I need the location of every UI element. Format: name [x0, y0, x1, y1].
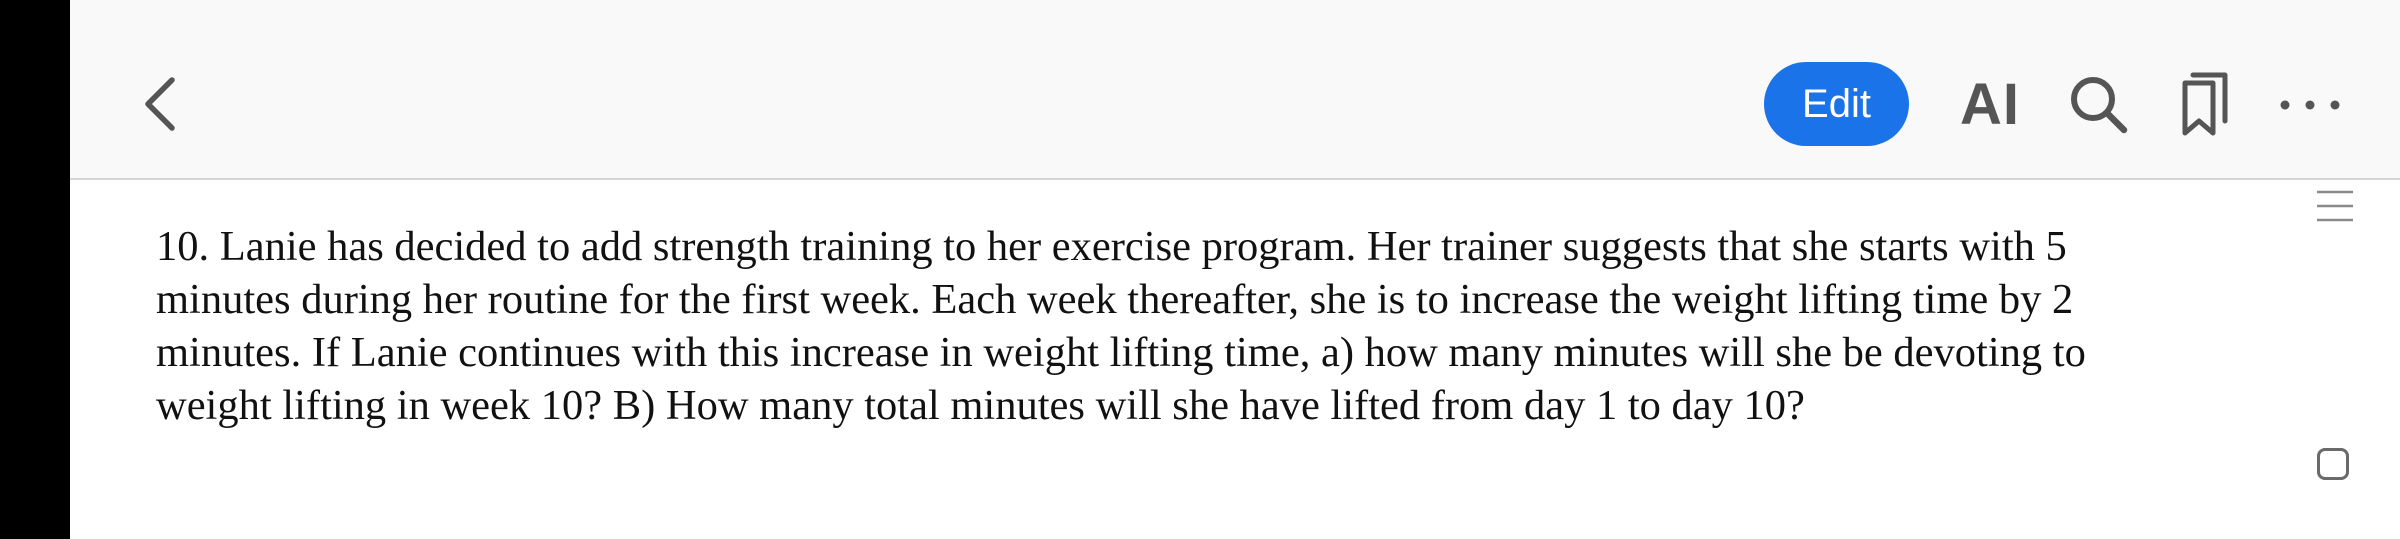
bookmark-icon [2182, 72, 2228, 136]
back-button[interactable] [130, 64, 190, 144]
top-toolbar: Edit AI [70, 0, 2400, 180]
search-button[interactable] [2060, 66, 2136, 142]
screen: Edit AI 10. Lanie has decided to add str… [0, 0, 2400, 539]
menu-handle[interactable] [2313, 188, 2357, 228]
question-text: 10. Lanie has decided to add strength tr… [156, 223, 2086, 429]
magnifier-icon [2071, 77, 2128, 134]
left-bezel [0, 0, 70, 539]
chevron-left-icon [145, 77, 175, 131]
select-checkbox[interactable] [2317, 448, 2349, 480]
more-options-button[interactable] [2270, 70, 2350, 140]
edit-button[interactable]: Edit [1764, 62, 1909, 146]
hamburger-icon [2317, 190, 2353, 222]
more-horizontal-icon [2280, 100, 2340, 110]
bookmark-button[interactable] [2170, 66, 2240, 142]
ai-button[interactable]: AI [1950, 66, 2030, 142]
